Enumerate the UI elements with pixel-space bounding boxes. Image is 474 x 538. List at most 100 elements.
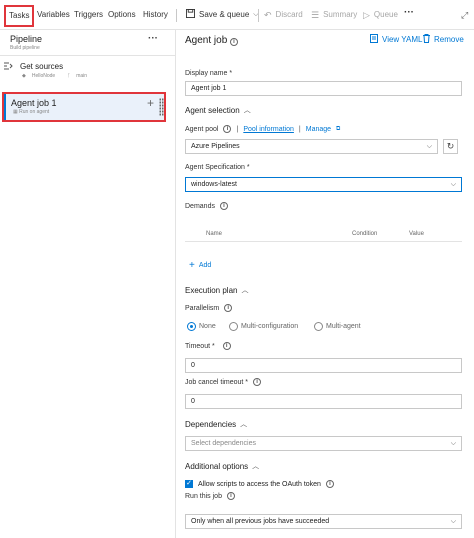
manage-link[interactable]: Manage — [306, 126, 331, 133]
cancel-timeout-field[interactable]: 0 — [185, 394, 462, 409]
undo-icon: ↶ — [264, 10, 272, 20]
get-sources-subtitle: ◆ HelloNode ᚴ main — [22, 73, 87, 79]
get-sources-icon — [4, 62, 14, 73]
radio-none[interactable]: None — [187, 322, 216, 331]
job-details-pane: Agent job i View YAML Remove Display nam… — [177, 30, 474, 538]
external-link-icon: ⧉ — [336, 125, 341, 132]
queue-button[interactable]: ▷ Queue — [363, 8, 398, 22]
chevron-up-icon: ︿ — [240, 421, 248, 428]
remove-button[interactable]: Remove — [423, 34, 464, 45]
divider — [0, 55, 175, 56]
add-demand-button[interactable]: + Add — [189, 260, 211, 271]
timeout-field[interactable]: 0 — [185, 358, 462, 373]
summary-button[interactable]: ☰ Summary — [311, 8, 357, 22]
execution-plan-header[interactable]: Execution plan ︿ — [185, 285, 248, 295]
pipeline-title: Pipeline — [10, 34, 43, 44]
toolbar-divider — [176, 9, 177, 22]
radio-indicator — [314, 322, 323, 331]
additional-options-header[interactable]: Additional options ︿ — [185, 461, 259, 471]
parallelism-row: Parallelism i — [185, 304, 233, 312]
tab-variables[interactable]: Variables — [37, 8, 70, 22]
chevron-up-icon: ︿ — [241, 287, 249, 294]
play-icon: ▷ — [363, 10, 370, 20]
agent-selection-header[interactable]: Agent selection ︿ — [185, 105, 251, 115]
radio-multi-configuration-label: Multi-configuration — [241, 323, 299, 330]
display-name-label: Display name * — [185, 70, 233, 77]
info-icon[interactable]: i — [219, 202, 228, 210]
additional-options-title: Additional options — [185, 461, 249, 471]
agent-pool-value: Azure Pipelines — [191, 143, 240, 150]
document-icon — [370, 34, 378, 45]
run-this-job-value: Only when all previous jobs have succeed… — [191, 518, 330, 525]
cancel-timeout-row: Job cancel timeout * i — [185, 378, 262, 386]
repo-icon: ◆ — [22, 73, 26, 79]
pipeline-more-button[interactable]: ··· — [148, 33, 158, 44]
drag-handle-icon[interactable] — [159, 98, 164, 116]
radio-none-label: None — [199, 323, 216, 330]
oauth-checkbox[interactable]: ✓ Allow scripts to access the OAuth toke… — [185, 480, 334, 488]
queue-label: Queue — [373, 10, 398, 19]
execution-plan-title: Execution plan — [185, 285, 238, 295]
tab-history[interactable]: History — [143, 8, 168, 22]
agent-job-title: Agent job 1 — [11, 98, 57, 108]
timeout-label: Timeout * — [185, 342, 215, 350]
demands-row: Demands i — [185, 202, 228, 210]
display-name-field[interactable]: Agent job 1 — [185, 81, 462, 96]
get-sources-item[interactable]: Get sources ◆ HelloNode ᚴ main — [0, 59, 175, 81]
list-icon: ☰ — [311, 10, 320, 20]
chevron-down-icon: ⌵ — [450, 518, 456, 525]
tab-options[interactable]: Options — [108, 8, 136, 22]
demands-label: Demands — [185, 202, 215, 210]
agent-pool-select[interactable]: Azure Pipelines ⌵ — [185, 139, 438, 154]
summary-label: Summary — [323, 10, 358, 19]
dependencies-placeholder: Select dependencies — [191, 440, 256, 447]
parallelism-label: Parallelism — [185, 304, 220, 312]
info-icon[interactable]: i — [222, 342, 231, 350]
column-header-name: Name — [206, 231, 223, 237]
radio-indicator — [229, 322, 238, 331]
agent-job-subtitle-text: Run on agent — [19, 109, 50, 115]
remove-label: Remove — [434, 35, 464, 44]
dependencies-select[interactable]: Select dependencies ⌵ — [185, 436, 462, 451]
view-yaml-label: View YAML — [382, 35, 423, 44]
info-icon[interactable]: i — [224, 304, 233, 312]
radio-multi-agent[interactable]: Multi-agent — [314, 322, 361, 331]
trash-icon — [423, 34, 430, 45]
radio-multi-configuration[interactable]: Multi-configuration — [229, 322, 298, 331]
toolbar-divider — [258, 9, 259, 22]
info-icon[interactable]: i — [325, 480, 334, 488]
tab-tasks[interactable]: Tasks — [4, 5, 35, 27]
info-icon[interactable]: i — [253, 378, 262, 386]
info-icon[interactable]: i — [230, 38, 238, 46]
radio-indicator — [187, 322, 196, 331]
view-yaml-button[interactable]: View YAML — [370, 34, 422, 45]
branch-icon: ᚴ — [67, 73, 71, 79]
branch-name: main — [76, 73, 88, 79]
tab-triggers[interactable]: Triggers — [74, 8, 103, 22]
agent-pool-row: Agent pool i | Pool information | Manage… — [185, 125, 340, 133]
run-this-job-select[interactable]: Only when all previous jobs have succeed… — [185, 514, 462, 529]
discard-button[interactable]: ↶ Discard — [264, 8, 303, 22]
pool-information-link[interactable]: Pool information — [243, 126, 294, 133]
add-task-button[interactable]: + — [147, 96, 154, 110]
divider — [185, 241, 462, 242]
info-icon[interactable]: i — [226, 492, 235, 500]
checkmark-icon: ✓ — [185, 480, 193, 488]
save-queue-button[interactable]: Save & queue ⌵ — [186, 8, 259, 22]
info-icon[interactable]: i — [223, 125, 232, 133]
timeout-row: Timeout * i — [185, 342, 231, 350]
run-this-job-row: Run this job i — [185, 492, 235, 500]
chevron-up-icon: ︿ — [243, 107, 251, 114]
agent-job-item[interactable]: Agent job 1 ▦ Run on agent + — [2, 92, 166, 122]
agent-spec-select[interactable]: windows-latest ⌵ — [185, 177, 462, 192]
refresh-button[interactable]: ↻ — [443, 139, 458, 154]
save-icon — [186, 8, 195, 22]
run-this-job-label: Run this job — [185, 492, 222, 500]
pipeline-item[interactable]: Pipeline Build pipeline ··· — [0, 30, 175, 55]
get-sources-title: Get sources — [20, 62, 64, 71]
dependencies-header[interactable]: Dependencies ︿ — [185, 419, 247, 429]
page-title: Agent job — [185, 35, 228, 46]
more-actions-button[interactable]: ··· — [404, 6, 414, 20]
expand-icon[interactable]: ⤢ — [461, 8, 468, 22]
oauth-label: Allow scripts to access the OAuth token — [198, 480, 321, 488]
